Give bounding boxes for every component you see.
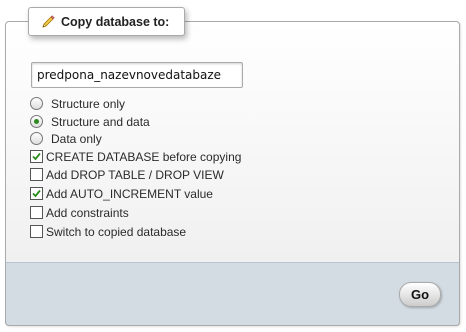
checkbox-unchecked[interactable] (30, 206, 43, 219)
dialog-footer (5, 262, 460, 326)
checkbox-add-constraints[interactable]: Add constraints (30, 204, 129, 221)
radio-button[interactable] (30, 97, 43, 110)
new-database-name-input[interactable] (31, 62, 243, 88)
checkbox-switch-to-copied[interactable]: Switch to copied database (30, 223, 186, 240)
copy-database-legend: Copy database to: (28, 7, 185, 36)
checkbox-label: CREATE DATABASE before copying (46, 149, 242, 164)
checkbox-label: Switch to copied database (46, 224, 187, 239)
radio-button-checked[interactable] (30, 115, 43, 128)
check-icon (32, 189, 41, 198)
radio-label: Structure and data (51, 114, 150, 129)
checkbox-checked[interactable] (30, 187, 43, 200)
radio-label: Structure only (51, 96, 126, 111)
radio-structure-and-data[interactable]: Structure and data (30, 113, 150, 130)
pencil-icon (40, 14, 56, 30)
radio-label: Data only (51, 131, 102, 146)
checkbox-unchecked[interactable] (30, 225, 43, 238)
checkbox-label: Add AUTO_INCREMENT value (46, 186, 213, 201)
dialog-title: Copy database to: (61, 14, 170, 29)
radio-button[interactable] (30, 132, 43, 145)
checkbox-create-database[interactable]: CREATE DATABASE before copying (30, 148, 241, 165)
checkbox-label: Add constraints (46, 205, 129, 220)
check-icon (32, 152, 41, 161)
checkbox-label: Add DROP TABLE / DROP VIEW (46, 167, 224, 182)
checkbox-add-auto-increment[interactable]: Add AUTO_INCREMENT value (30, 185, 213, 202)
radio-structure-only[interactable]: Structure only (30, 95, 125, 112)
radio-data-only[interactable]: Data only (30, 130, 102, 147)
checkbox-add-drop-table[interactable]: Add DROP TABLE / DROP VIEW (30, 166, 224, 183)
go-button[interactable]: Go (399, 282, 441, 307)
checkbox-checked[interactable] (30, 150, 43, 163)
checkbox-unchecked[interactable] (30, 168, 43, 181)
